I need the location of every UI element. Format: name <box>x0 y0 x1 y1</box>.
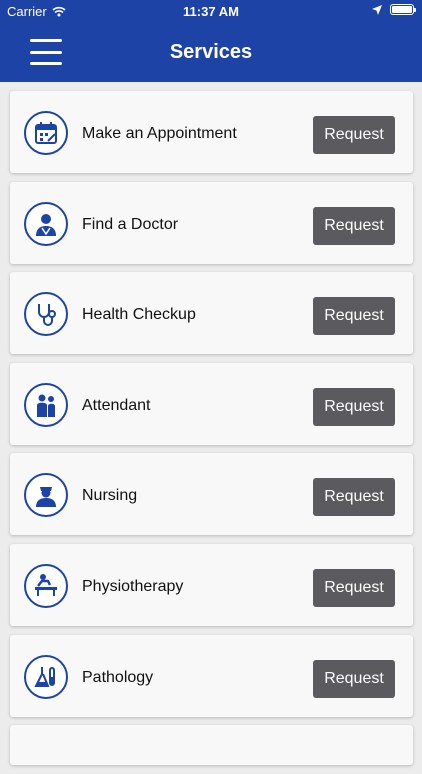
battery-fill <box>392 6 412 13</box>
battery-icon <box>390 4 416 15</box>
service-label: Find a Doctor <box>82 215 179 233</box>
nurse-icon <box>24 473 68 518</box>
calendar-icon <box>24 111 68 155</box>
service-card-appointment: Make an Appointment Request <box>10 91 413 173</box>
location-arrow-icon <box>372 4 382 15</box>
request-button-pathology[interactable]: Request <box>313 659 395 698</box>
lab-flask-icon <box>24 654 68 699</box>
request-button-appointment[interactable]: Request <box>313 116 395 154</box>
status-bar: Carrier 11:37 AM <box>0 0 422 24</box>
service-label: Make an Appointment <box>82 125 237 142</box>
request-button-nursing[interactable]: Request <box>313 478 395 517</box>
service-label: Pathology <box>82 668 154 686</box>
service-card-nursing: Nursing Request <box>10 453 413 536</box>
service-card-checkup: Health Checkup Request <box>10 272 413 355</box>
physiotherapy-icon <box>24 563 68 608</box>
request-button-attendant[interactable]: Request <box>313 387 395 426</box>
service-label: Health Checkup <box>82 306 196 324</box>
service-card-doctor: Find a Doctor Request <box>10 181 413 264</box>
service-card-pathology: Pathology Request <box>10 634 413 717</box>
services-list: Make an Appointment Request Find a Docto… <box>10 91 413 774</box>
app-header: Carrier 11:37 AM Services <box>0 0 422 82</box>
request-button-physiotherapy[interactable]: Request <box>313 568 395 607</box>
service-label: Nursing <box>82 487 138 505</box>
status-right <box>372 4 416 15</box>
request-button-checkup[interactable]: Request <box>313 297 395 336</box>
service-card-physiotherapy: Physiotherapy Request <box>10 543 413 626</box>
service-label: Physiotherapy <box>82 577 184 595</box>
request-button-doctor[interactable]: Request <box>313 206 395 245</box>
doctor-icon <box>24 201 68 246</box>
stethoscope-icon <box>24 292 68 337</box>
attendant-icon <box>24 382 68 427</box>
page-title: Services <box>169 41 253 63</box>
service-card-attendant: Attendant Request <box>10 362 413 445</box>
service-label: Attendant <box>82 396 151 414</box>
clock: 11:37 AM <box>183 4 239 19</box>
service-card-partial <box>10 725 413 766</box>
